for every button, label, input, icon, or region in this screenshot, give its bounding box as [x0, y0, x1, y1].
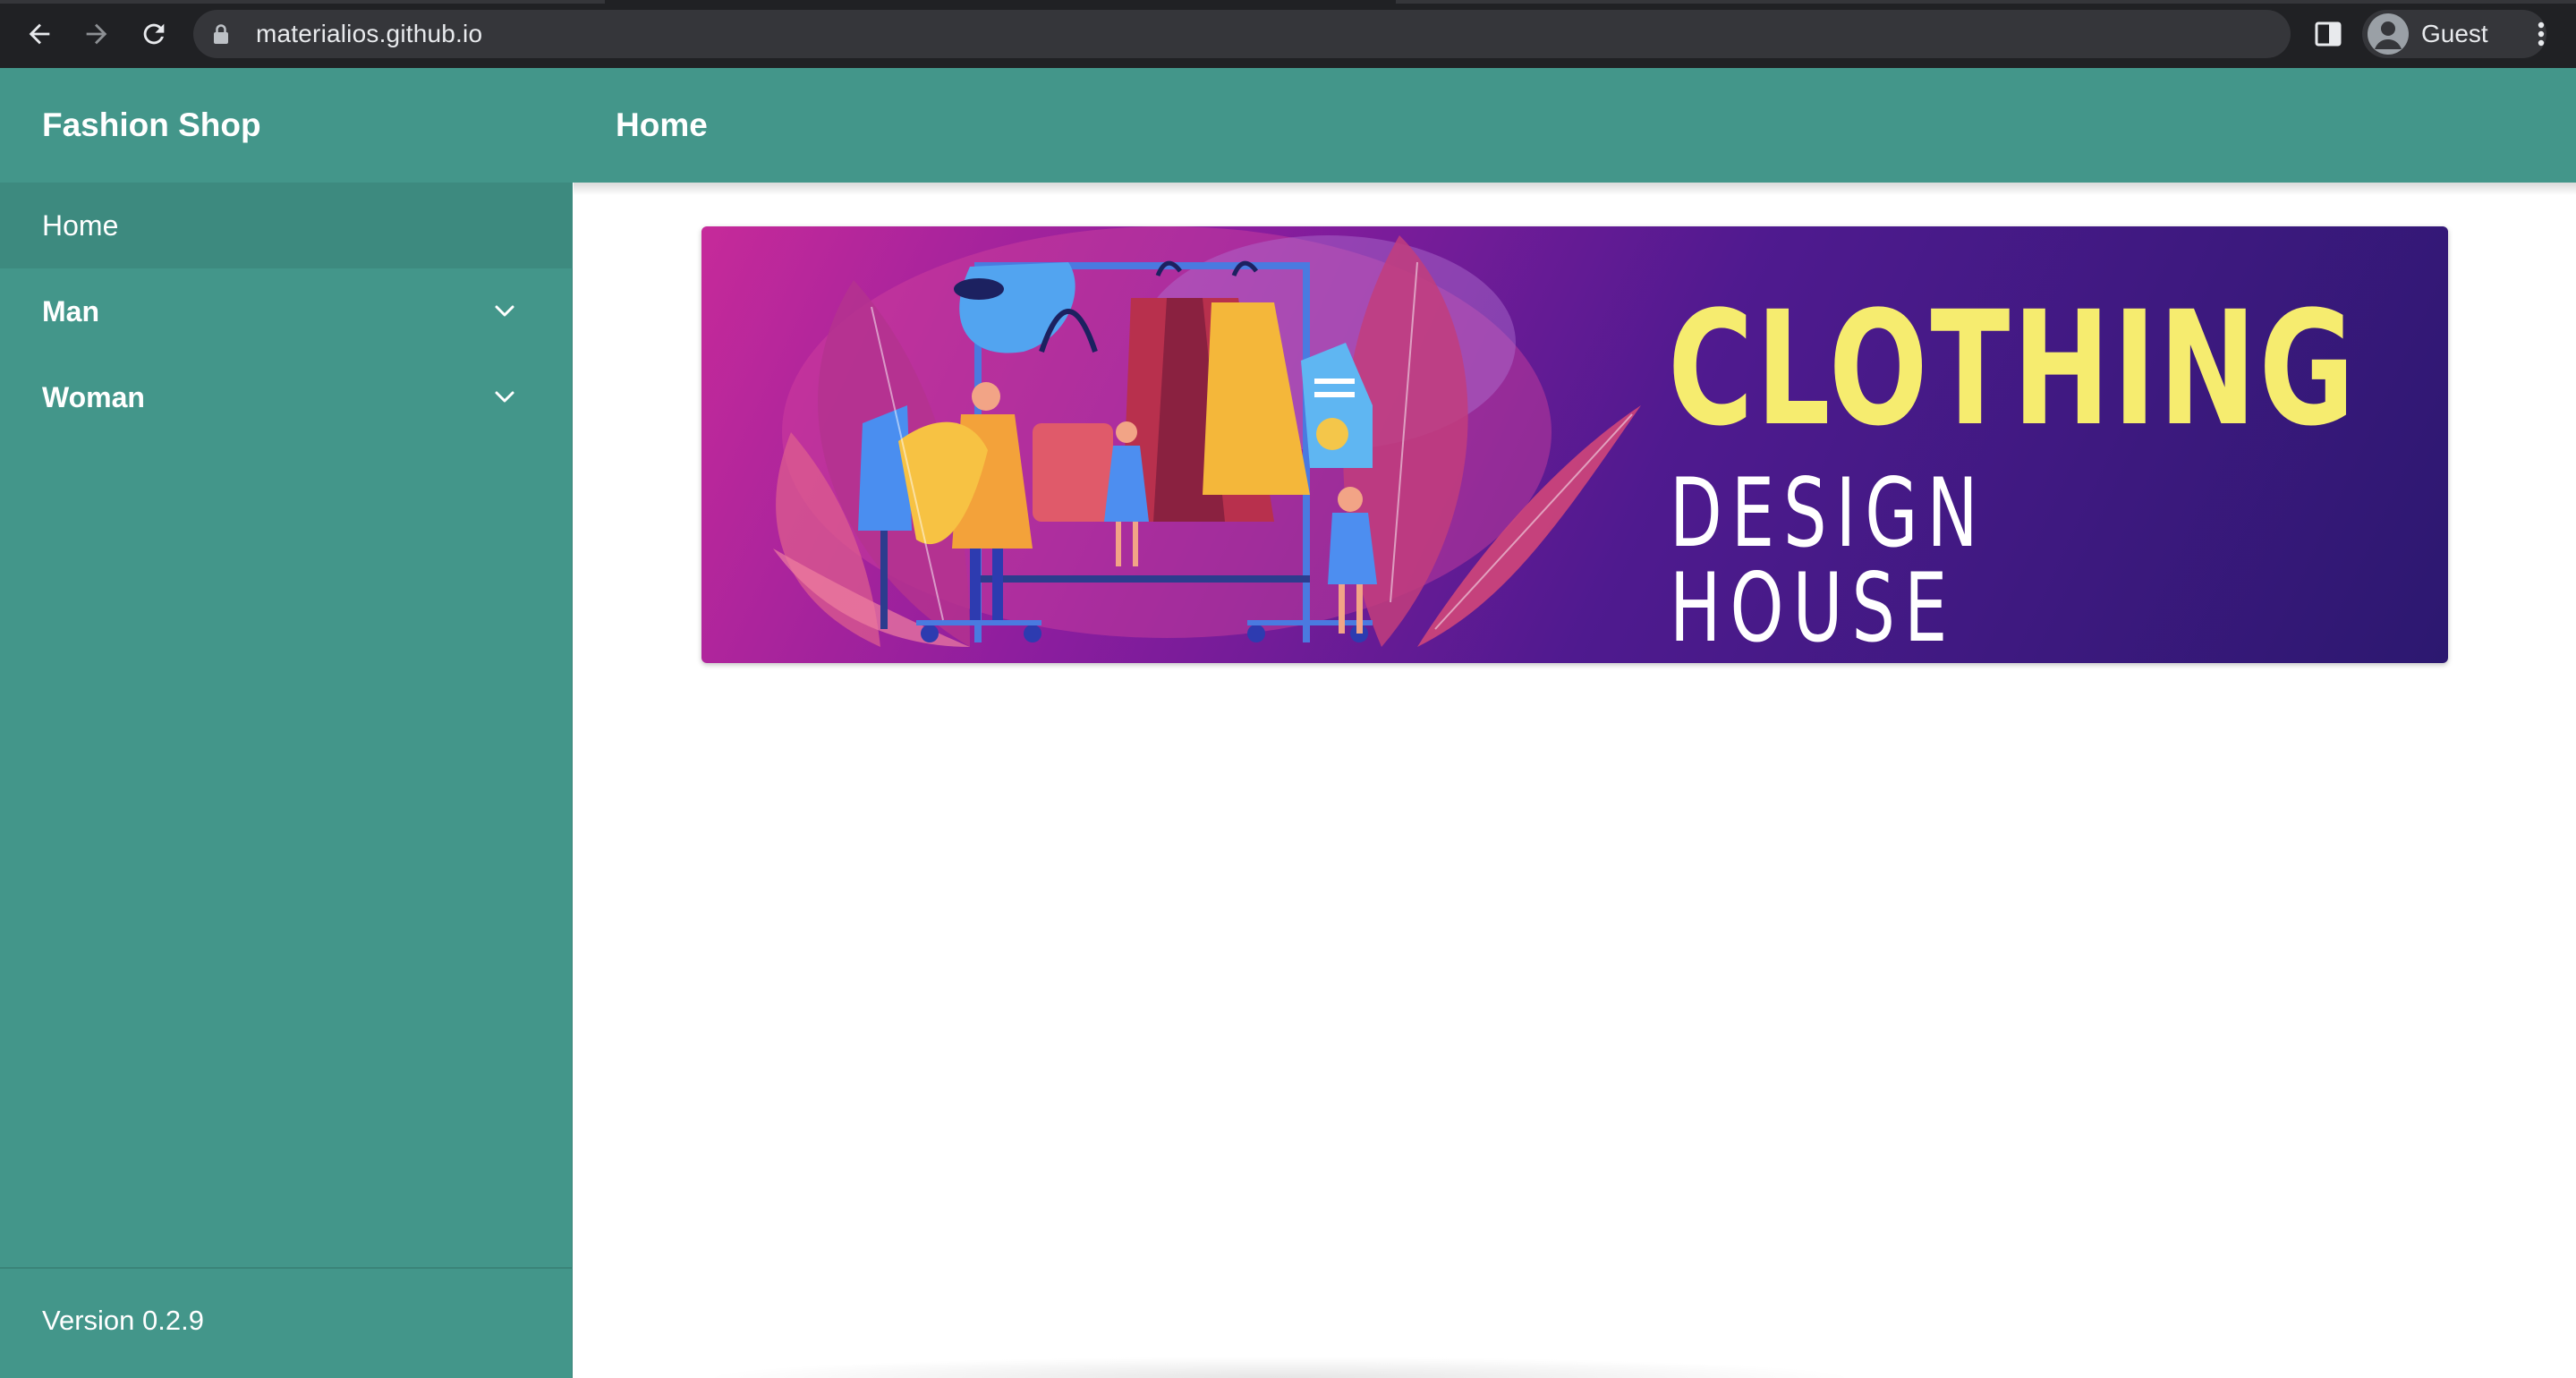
sidebar-item-label: Man: [42, 294, 99, 327]
sidebar-item-label: Woman: [42, 380, 145, 413]
tab-strip: [0, 0, 2576, 4]
side-panel-icon[interactable]: [2314, 20, 2342, 48]
banner-subtitle: DESIGN HOUSE: [1670, 458, 1987, 663]
browser-toolbar: materialios.github.io Guest: [0, 0, 2576, 68]
sidebar-item-man[interactable]: Man: [0, 268, 573, 354]
banner-title: CLOTHING: [1668, 277, 2358, 461]
chevron-down-icon[interactable]: [490, 297, 519, 326]
profile-label: Guest: [2421, 20, 2488, 47]
more-vert-icon[interactable]: [2523, 16, 2559, 52]
profile-avatar-icon: [2368, 13, 2409, 55]
sidebar: Home Man Woman Version 0.2.9: [0, 183, 573, 1378]
profile-button[interactable]: Guest: [2362, 10, 2546, 58]
sidebar-item-home[interactable]: Home: [0, 183, 573, 268]
sidebar-item-label: Home: [42, 208, 119, 242]
version-label: Version 0.2.9: [42, 1305, 204, 1336]
sidebar-footer-divider: [0, 1267, 573, 1269]
hero-banner: CLOTHING DESIGN HOUSE: [701, 226, 2448, 663]
lock-icon[interactable]: [213, 22, 233, 46]
forward-arrow-icon[interactable]: [79, 16, 115, 52]
sidebar-item-woman[interactable]: Woman: [0, 354, 573, 440]
chevron-down-icon[interactable]: [490, 383, 519, 412]
address-bar[interactable]: materialios.github.io: [193, 10, 2291, 58]
brand-title[interactable]: Fashion Shop: [42, 68, 261, 183]
header-shadow: [574, 183, 2576, 195]
app-header: Fashion Shop Home: [0, 68, 2576, 183]
back-arrow-icon[interactable]: [21, 16, 57, 52]
card-shadow: [698, 1357, 1861, 1378]
reload-icon[interactable]: [136, 16, 172, 52]
page-title: Home: [616, 106, 708, 143]
url-text[interactable]: materialios.github.io: [256, 20, 482, 48]
